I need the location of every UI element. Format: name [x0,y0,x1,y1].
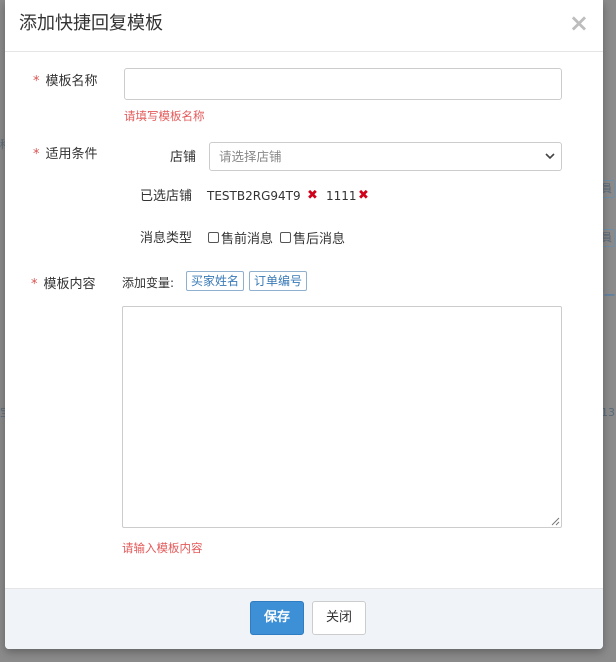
template-content-error: 请输入模板内容 [122,541,203,555]
remove-store-icon[interactable]: ✖ [358,187,369,205]
aftersale-message-label: 售后消息 [293,232,346,247]
presale-message-checkbox[interactable] [208,232,219,243]
add-quick-reply-template-dialog: 添加快捷回复模板 × * 模板名称 请填写模板名称 * 适用条件 店铺 请选择店铺 … [5,0,603,649]
template-content-textarea[interactable] [122,306,562,528]
selected-store-name: TESTB2RG94T9 [207,189,301,203]
required-mark: * [33,74,40,89]
variable-order-number-button[interactable]: 订单编号 [249,271,308,291]
store-label: 店铺 [170,150,197,165]
resize-grip-icon[interactable] [551,517,560,526]
template-name-input[interactable] [124,68,562,100]
dialog-footer: 保存 关闭 [5,588,603,649]
presale-message-label: 售前消息 [221,232,274,247]
content-label-text: 模板内容 [43,277,96,292]
add-variable-label: 添加变量: [122,276,175,290]
message-type-label: 消息类型 [140,231,193,246]
required-mark: * [31,277,38,292]
save-button[interactable]: 保存 [250,601,304,635]
conditions-label-text: 适用条件 [45,147,98,162]
store-select-placeholder: 请选择店铺 [219,149,282,164]
selected-stores-label: 已选店铺 [140,189,193,204]
conditions-label: * 适用条件 [33,146,98,164]
dialog-header: 添加快捷回复模板 × [5,0,603,52]
selected-store-name: 1111 [326,189,357,203]
chevron-down-icon [545,153,555,160]
remove-store-icon[interactable]: ✖ [307,187,318,205]
template-name-label: * 模板名称 [33,73,98,91]
template-name-label-text: 模板名称 [45,74,98,89]
template-name-error: 请填写模板名称 [124,109,205,123]
aftersale-message-checkbox[interactable] [280,232,291,243]
close-button[interactable]: 关闭 [312,601,366,635]
variable-buyer-name-button[interactable]: 买家姓名 [186,271,245,291]
dialog-title: 添加快捷回复模板 [19,13,163,34]
required-mark: * [33,147,40,162]
content-label: * 模板内容 [31,276,96,294]
close-icon[interactable]: × [569,10,589,36]
store-select[interactable]: 请选择店铺 [209,142,562,171]
